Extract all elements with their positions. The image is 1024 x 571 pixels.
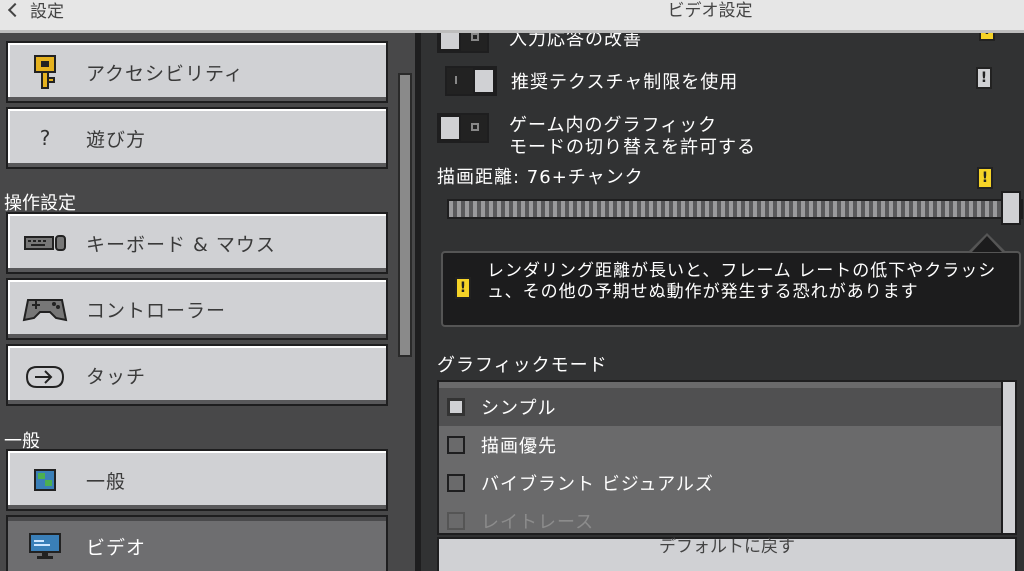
sidebar-item-touch[interactable]: タッチ bbox=[6, 344, 388, 406]
question-icon: ? bbox=[39, 126, 51, 150]
info-icon[interactable]: ! bbox=[976, 67, 992, 89]
graphics-mode-switch-label: ゲーム内のグラフィック モードの切り替えを許可する bbox=[509, 115, 756, 159]
sidebar: アクセシビリティ ? 遊び方 操作設定 キーボード & マウス コントローラー … bbox=[0, 33, 415, 571]
touch-icon bbox=[20, 359, 70, 391]
sidebar-item-label: キーボード & マウス bbox=[86, 233, 276, 256]
sidebar-item-label: 一般 bbox=[86, 470, 127, 493]
sidebar-item-label: アクセシビリティ bbox=[86, 62, 244, 85]
radio-unchecked[interactable] bbox=[447, 474, 465, 492]
globe-icon bbox=[20, 466, 70, 494]
recommended-texture-label: 推奨テクスチャ制限を使用 bbox=[511, 72, 739, 93]
sidebar-item-label: タッチ bbox=[86, 365, 147, 388]
keyboard-mouse-icon bbox=[20, 232, 70, 254]
radio-unchecked[interactable] bbox=[447, 436, 465, 454]
top-bar: 設定 ビデオ設定 bbox=[0, 0, 1024, 33]
graphics-mode-header: グラフィックモード bbox=[437, 355, 608, 376]
render-distance-slider[interactable] bbox=[447, 199, 1023, 219]
sidebar-item-label: ビデオ bbox=[86, 536, 147, 559]
graphics-mode-list: シンプル 描画優先 バイブラント ビジュアルズ レイトレース bbox=[437, 380, 1017, 535]
key-icon bbox=[20, 54, 70, 90]
radio-checked[interactable] bbox=[447, 398, 465, 416]
sidebar-item-controller[interactable]: コントローラー bbox=[6, 278, 388, 340]
graphics-mode-option-fancy[interactable]: 描画優先 bbox=[439, 426, 1005, 464]
option-label: 描画優先 bbox=[481, 436, 557, 457]
sidebar-item-keyboard-mouse[interactable]: キーボード & マウス bbox=[6, 212, 388, 274]
controller-icon bbox=[20, 294, 70, 324]
monitor-icon bbox=[20, 531, 70, 561]
tooltip-arrow-fill bbox=[972, 236, 1002, 252]
sidebar-item-general[interactable]: 一般 bbox=[6, 449, 388, 511]
tooltip-text: レンダリング距離が長いと、フレーム レートの低下やクラッシュ、その他の予期せぬ動… bbox=[487, 261, 997, 302]
sidebar-item-accessibility[interactable]: アクセシビリティ bbox=[6, 41, 388, 103]
graphics-mode-switch-label-line1: ゲーム内のグラフィック bbox=[509, 115, 718, 136]
sidebar-item-label: 遊び方 bbox=[86, 128, 147, 151]
back-label: 設定 bbox=[30, 2, 64, 22]
sidebar-scrollbar[interactable] bbox=[398, 73, 412, 357]
radio-disabled bbox=[447, 512, 465, 530]
video-settings-panel: 入力応答の改善 ! 推奨テクスチャ制限を使用 ! ゲーム内のグラフィック モード… bbox=[421, 33, 1024, 571]
warning-icon: ! bbox=[455, 277, 471, 299]
warning-icon: ! bbox=[979, 33, 995, 41]
input-response-toggle[interactable] bbox=[437, 33, 489, 53]
graphics-mode-switch-label-line2: モードの切り替えを許可する bbox=[509, 137, 756, 158]
list-scrollbar[interactable] bbox=[1001, 382, 1015, 533]
render-distance-label: 描画距離: 76+チャンク bbox=[437, 167, 644, 188]
reset-defaults-button[interactable]: デフォルトに戻す bbox=[437, 537, 1017, 571]
option-label: バイブラント ビジュアルズ bbox=[481, 474, 714, 495]
page-title: ビデオ設定 bbox=[667, 1, 753, 21]
sidebar-item-how-to-play[interactable]: ? 遊び方 bbox=[6, 107, 388, 169]
render-distance-tooltip: ! レンダリング距離が長いと、フレーム レートの低下やクラッシュ、その他の予期せ… bbox=[441, 251, 1021, 327]
warning-icon: ! bbox=[977, 167, 993, 189]
sidebar-item-video[interactable]: ビデオ bbox=[6, 515, 388, 571]
graphics-mode-option-ray-tracing: レイトレース bbox=[439, 502, 1005, 533]
option-label: レイトレース bbox=[481, 512, 595, 533]
back-button[interactable]: 設定 bbox=[7, 0, 64, 30]
option-label: シンプル bbox=[481, 398, 557, 419]
chevron-left-icon bbox=[7, 2, 23, 18]
input-response-label: 入力応答の改善 bbox=[509, 33, 642, 50]
recommended-texture-toggle[interactable] bbox=[445, 66, 497, 96]
graphics-mode-option-simple[interactable]: シンプル bbox=[439, 388, 1005, 426]
graphics-mode-option-vibrant-visuals[interactable]: バイブラント ビジュアルズ bbox=[439, 464, 1005, 502]
render-distance-slider-thumb[interactable] bbox=[1001, 191, 1021, 225]
sidebar-item-label: コントローラー bbox=[86, 299, 227, 322]
graphics-mode-switch-toggle[interactable] bbox=[437, 113, 489, 143]
